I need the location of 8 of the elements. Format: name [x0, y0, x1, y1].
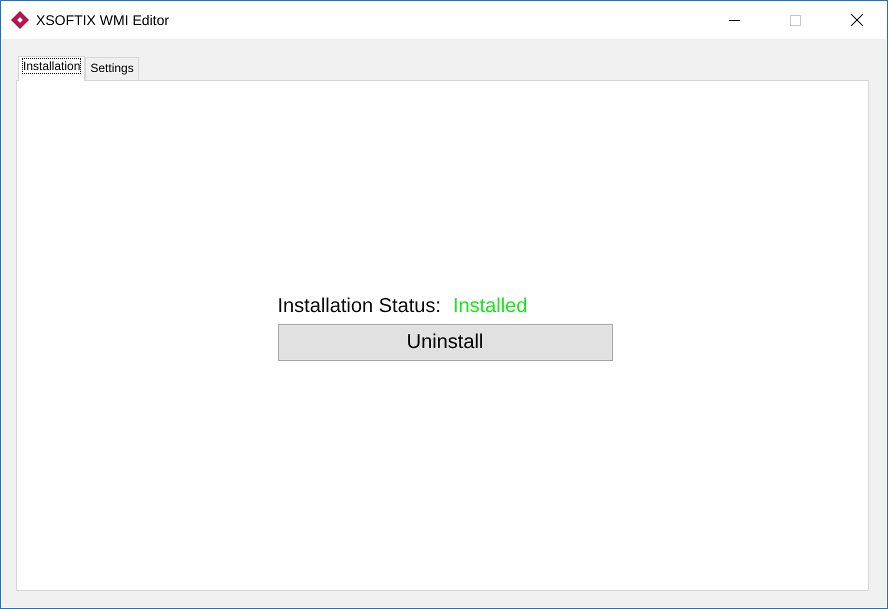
uninstall-button[interactable]: Uninstall — [278, 324, 612, 360]
tab[interactable]: Installation — [18, 56, 86, 81]
status-value: Installed — [452, 294, 528, 318]
window-title: XSOFTIX WMI Editor — [36, 12, 170, 28]
status-label: Installation Status: — [278, 294, 441, 318]
tab[interactable]: Settings — [85, 57, 139, 80]
close-icon[interactable] — [851, 14, 863, 26]
app-logo-icon — [11, 11, 29, 29]
